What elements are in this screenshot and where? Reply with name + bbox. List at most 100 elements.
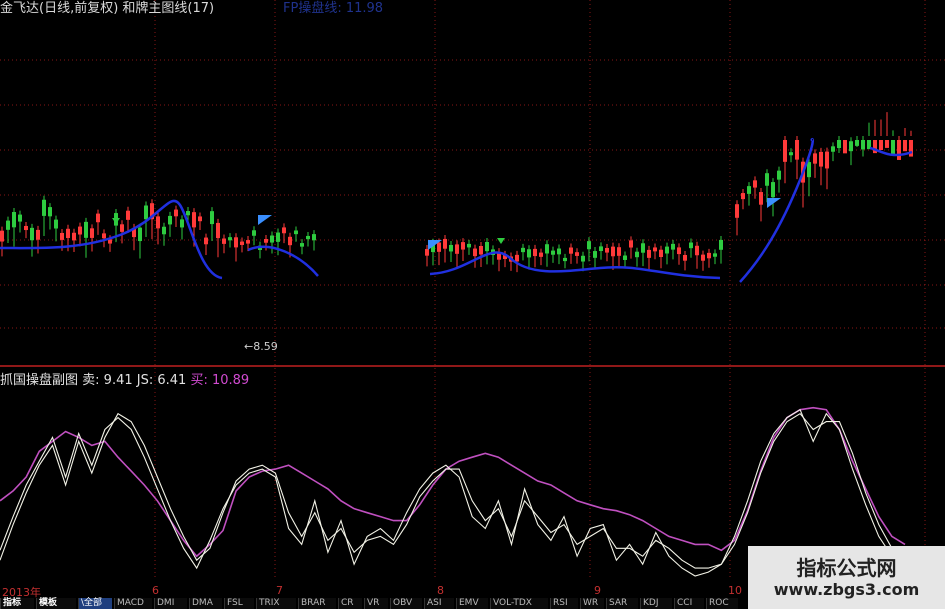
candle-body (120, 224, 124, 232)
candle-body (54, 219, 58, 229)
candle-body (665, 246, 669, 254)
candle-body (126, 210, 130, 220)
tab-obv[interactable]: OBV (390, 598, 422, 609)
candle-body (294, 230, 298, 235)
candlestick-series (0, 112, 913, 273)
candle-body (30, 227, 34, 241)
candle-body (186, 211, 190, 216)
candle-body (449, 244, 453, 252)
candle-body (659, 249, 663, 257)
tab-fsl[interactable]: FSL (224, 598, 254, 609)
candle-body (849, 141, 853, 152)
low-arrow-icon: ← (244, 340, 254, 353)
buy-value: 买: 10.89 (190, 373, 250, 388)
js-value: JS: 6.41 (136, 373, 187, 388)
chart-title: 金飞达(日线,前复权) 和牌主图线(17) (0, 1, 215, 16)
tab-rsi[interactable]: RSI (550, 598, 578, 609)
candle-body (885, 140, 889, 148)
candle-body (777, 170, 781, 180)
tab-vol-tdx[interactable]: VOL-TDX (490, 598, 548, 609)
date-label: 9 (594, 584, 601, 597)
low-price-value: 8.59 (253, 340, 278, 353)
candle-body (897, 140, 901, 160)
candle-body (593, 251, 597, 258)
tab-cci[interactable]: CCI (674, 598, 704, 609)
candle-body (222, 238, 226, 244)
candle-body (443, 238, 447, 249)
candle-body (813, 153, 817, 164)
tab-roc[interactable]: ROC (706, 598, 738, 609)
trend-line (0, 138, 913, 283)
tab-vr[interactable]: VR (364, 598, 388, 609)
candle-body (903, 140, 907, 152)
stock-chart[interactable] (0, 0, 945, 609)
tab-asi[interactable]: ASI (424, 598, 454, 609)
flag-marker (767, 198, 781, 208)
candle-body (795, 140, 799, 160)
candle-body (485, 241, 489, 252)
date-label: 8 (437, 584, 444, 597)
candle-body (765, 173, 769, 186)
candle-body (306, 235, 310, 240)
sub-panel-name: 抓国操盘副图 (0, 373, 79, 388)
tab-sar[interactable]: SAR (606, 598, 638, 609)
tab-cr[interactable]: CR (338, 598, 362, 609)
triangle-marker (112, 218, 120, 224)
candle-body (270, 235, 274, 243)
tab-brar[interactable]: BRAR (298, 598, 336, 609)
candle-body (240, 241, 244, 245)
tab-kdj[interactable]: KDJ (640, 598, 672, 609)
candle-body (234, 237, 238, 248)
trend-line-value: FP操盘线: 11.98 (283, 1, 384, 16)
candle-body (891, 140, 895, 156)
sub-panel-header: 抓国操盘副图 卖: 9.41 JS: 6.41 买: 10.89 (0, 369, 249, 388)
candle-body (617, 247, 621, 256)
candle-body (605, 247, 609, 253)
tab-dmi[interactable]: DMI (154, 598, 187, 609)
tab-all[interactable]: \全部 (78, 598, 112, 609)
date-label: 6 (152, 584, 159, 597)
tab-macd[interactable]: MACD (114, 598, 152, 609)
candle-body (42, 199, 46, 216)
candle-body (60, 232, 64, 240)
tab-dma[interactable]: DMA (189, 598, 222, 609)
tab-indicator[interactable]: 指标 (0, 598, 34, 609)
candle-body (36, 229, 40, 240)
candle-body (467, 243, 471, 248)
candle-body (855, 140, 859, 146)
candle-body (144, 205, 148, 220)
candle-body (312, 234, 316, 241)
indicator-tab-bar: 指标 模板 \全部 MACD DMI DMA FSL TRIX BRAR CR … (0, 598, 760, 609)
candle-body (653, 247, 657, 252)
candle-body (461, 242, 465, 250)
candle-body (48, 207, 52, 217)
candle-body (563, 257, 567, 262)
candle-body (753, 180, 757, 188)
candle-body (276, 232, 280, 242)
candle-body (84, 221, 88, 238)
candle-body (575, 252, 579, 256)
tab-template[interactable]: 模板 (36, 598, 76, 609)
candle-body (611, 246, 615, 257)
candle-body (12, 212, 16, 228)
low-price-label: ←8.59 (244, 340, 278, 353)
candle-body (789, 152, 793, 156)
candle-body (635, 251, 639, 258)
tab-wr[interactable]: WR (580, 598, 604, 609)
candle-body (198, 216, 202, 222)
tab-trix[interactable]: TRIX (256, 598, 296, 609)
watermark-title: 指标公式网 (796, 556, 897, 580)
candle-body (719, 239, 723, 250)
candle-body (843, 140, 847, 154)
tab-emv[interactable]: EMV (456, 598, 488, 609)
candle-body (210, 211, 214, 225)
candle-body (102, 233, 106, 239)
candle-body (156, 216, 160, 229)
candle-body (246, 240, 250, 244)
candle-body (72, 232, 76, 241)
candle-body (252, 230, 256, 236)
watermark-url: www.zbgs3.com (773, 580, 920, 599)
candle-body (629, 240, 633, 248)
candle-body (455, 244, 459, 254)
candle-body (479, 245, 483, 255)
